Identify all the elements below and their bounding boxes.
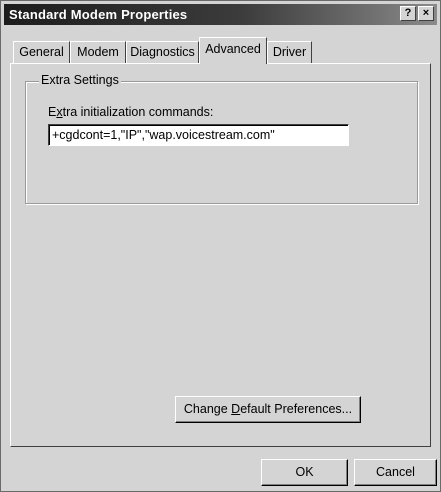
tab-general[interactable]: General [13,41,70,63]
tab-advanced[interactable]: Advanced [199,37,267,64]
modem-properties-dialog: Standard Modem Properties ? × General Mo… [0,0,441,492]
change-rest: efault Preferences... [240,402,353,416]
help-icon[interactable]: ? [400,6,416,21]
cancel-button[interactable]: Cancel [354,459,437,486]
extra-init-commands-label: Extra initialization commands: [48,105,213,119]
ok-button[interactable]: OK [261,459,348,486]
extra-settings-title: Extra Settings [39,73,121,87]
title-bar[interactable]: Standard Modem Properties ? × [4,4,437,25]
change-default-preferences-button[interactable]: Change Default Preferences... [175,396,361,423]
window-title: Standard Modem Properties [9,7,188,22]
extra-init-commands-input[interactable] [48,124,349,146]
tab-diagnostics[interactable]: Diagnostics [126,41,199,63]
label-rest: tra initialization commands: [62,105,214,119]
change-accelerator: D [231,402,241,416]
tab-modem[interactable]: Modem [70,41,126,63]
tab-driver[interactable]: Driver [267,41,312,63]
close-icon[interactable]: × [418,6,434,21]
change-prefix: Change [183,402,232,416]
